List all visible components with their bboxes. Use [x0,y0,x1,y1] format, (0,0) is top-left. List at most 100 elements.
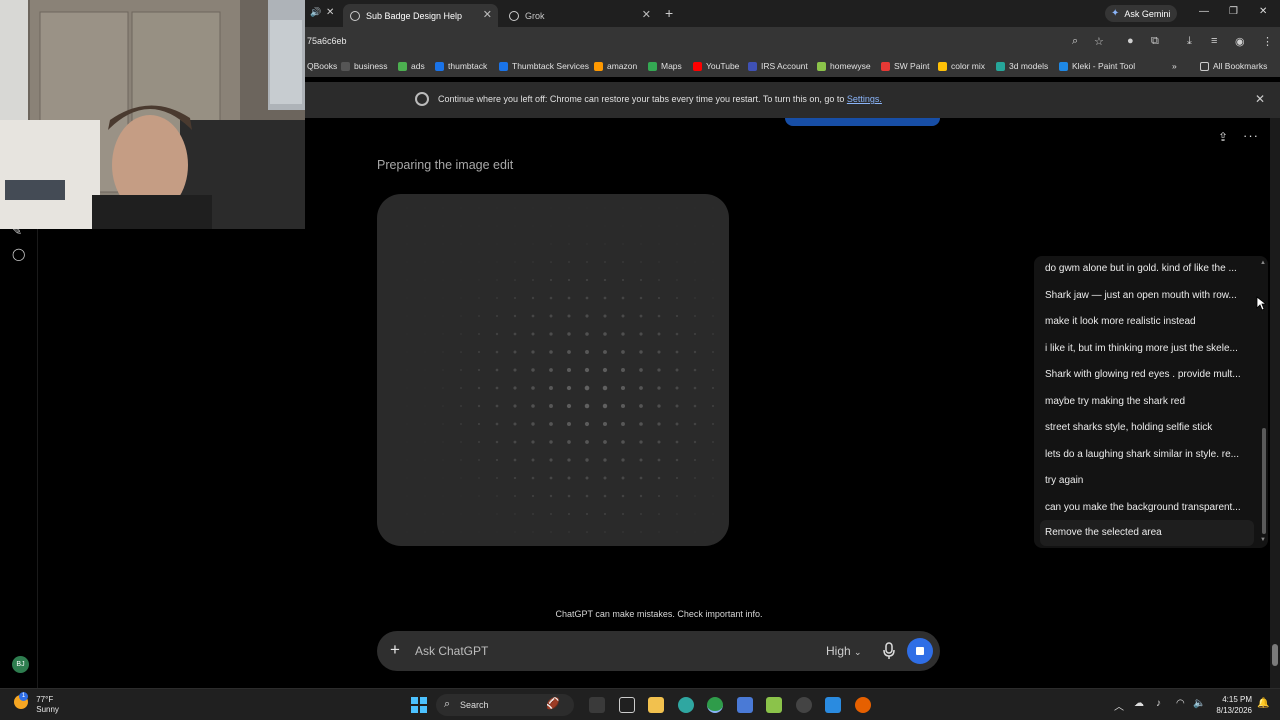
history-prompt-item[interactable]: lets do a laughing shark similar in styl… [1045,449,1250,460]
loading-dot [603,314,607,318]
obs-icon[interactable] [796,697,812,713]
loading-dot [442,243,444,245]
firefox-icon[interactable] [855,697,871,713]
puzzle-icon[interactable]: ⧉ [1151,35,1159,48]
history-prompt-item[interactable]: Remove the selected area [1040,520,1254,546]
bookmark-favicon-icon [594,61,603,71]
speaker-icon[interactable]: 🔊 [310,7,321,18]
model-mode-select[interactable]: High ⌄ [826,644,862,658]
minimize-icon[interactable]: — [1199,6,1209,17]
bookmark-item[interactable]: Maps [648,61,682,71]
history-prompt-item[interactable]: try again [1045,475,1250,486]
close-icon[interactable]: ✕ [326,7,334,18]
media-icon[interactable]: ≡ [1211,35,1217,47]
chrome-taskbar-icon[interactable] [707,697,723,713]
loading-dot [620,385,626,391]
bookmark-item[interactable]: color mix [938,61,985,71]
history-prompt-item[interactable]: street sharks style, holding selfie stic… [1045,422,1250,433]
loading-dot [675,404,679,408]
bookmark-item[interactable]: business [341,61,388,71]
profile-icon[interactable]: ◉ [1235,35,1245,48]
taskbar-search[interactable]: ⌕ Search 🏈 [436,694,574,716]
loading-dot [406,315,408,317]
add-attachment-icon[interactable]: + [390,640,400,660]
weather-widget[interactable]: 1 77°F Sunny [14,692,59,715]
history-prompt-item[interactable]: maybe try making the shark red [1045,396,1250,407]
bookmark-item[interactable]: SW Paint [881,61,929,71]
bookmark-star-icon[interactable]: ☆ [1094,35,1104,48]
page-scrollbar-thumb[interactable] [1272,644,1278,666]
extension-icon[interactable]: ● [1127,35,1134,47]
loading-dot [460,405,462,407]
history-prompt-item[interactable]: i like it, but im thinking more just the… [1045,343,1250,354]
history-prompt-item[interactable]: do gwm alone but in gold. kind of like t… [1045,263,1250,274]
clock[interactable]: 4:15 PM 8/13/2026 [1210,694,1252,716]
bookmark-item[interactable]: Kleki - Paint Tool [1059,61,1135,71]
close-tab-icon[interactable]: ✕ [642,8,651,21]
loading-dot [676,225,678,227]
volume-icon[interactable]: 🔈 [1193,698,1205,709]
bookmark-item[interactable]: thumbtack [435,61,487,71]
window-close-icon[interactable]: ✕ [1259,6,1267,17]
history-scrollbar[interactable] [1262,428,1266,534]
paint-icon[interactable] [825,697,841,713]
microphone-icon[interactable] [882,642,896,660]
wifi-icon[interactable]: ◠ [1176,698,1185,709]
mic-tray-icon[interactable]: ♪ [1156,698,1161,709]
tab-grok[interactable]: Grok ✕ [502,4,657,27]
scroll-down-icon[interactable]: ▼ [1260,537,1266,543]
infobar-close-icon[interactable]: ✕ [1255,92,1265,106]
avatar[interactable]: BJ [12,656,29,673]
bookmark-item[interactable]: ads [398,61,425,71]
start-button[interactable] [411,697,427,713]
new-tab-icon[interactable]: + [665,5,673,21]
edge-icon[interactable] [678,697,694,713]
loading-dot [478,243,480,245]
chat-bubble-icon[interactable]: ◯ [12,247,25,261]
bookmark-item[interactable]: YouTube [693,61,739,71]
loading-dot [693,350,697,354]
stop-generating-button[interactable] [907,638,933,664]
restore-tabs-infobar: Continue where you left off: Chrome can … [305,82,1280,118]
more-bookmarks-icon[interactable]: » [1172,61,1177,71]
history-prompt-item[interactable]: Shark jaw — just an open mouth with row.… [1045,290,1250,301]
page-scrollbar[interactable] [1270,118,1280,688]
task-view-icon[interactable] [589,697,605,713]
show-hidden-icons[interactable]: ︿ [1114,698,1124,713]
more-options-icon[interactable]: ··· [1243,128,1259,143]
message-input[interactable]: Ask ChatGPT [415,644,488,658]
bookmark-item[interactable]: Thumbtack Services [499,61,589,71]
notification-bell-icon[interactable]: 🔔 [1257,698,1269,709]
left-sidebar-rail [0,228,38,688]
menu-icon[interactable]: ⋮ [1262,35,1273,48]
restore-icon[interactable]: ❐ [1229,6,1238,17]
all-bookmarks[interactable]: All Bookmarks [1200,61,1267,71]
bookmark-item[interactable]: amazon [594,61,637,71]
cloud-icon[interactable]: ☁ [1134,698,1144,709]
history-prompt-item[interactable]: make it look more realistic instead [1045,316,1250,327]
close-tab-icon[interactable]: ✕ [483,8,492,21]
bookmark-item[interactable]: homewyse [817,61,871,71]
url-text[interactable]: 75a6c6eb [307,36,347,46]
bookmark-item[interactable]: QBooks [307,61,337,71]
loading-dot [460,351,462,353]
bookmark-item[interactable]: 3d models [996,61,1048,71]
share-icon[interactable]: ⇪ [1218,130,1228,144]
notepad-icon[interactable] [619,697,635,713]
bookmark-item[interactable]: IRS Account [748,61,808,71]
zoom-icon[interactable]: ⌕ [1072,35,1078,48]
scroll-up-icon[interactable]: ▲ [1260,260,1266,266]
history-prompt-item[interactable]: Shark with glowing red eyes . provide mu… [1045,369,1250,380]
loading-dot [586,207,588,209]
file-explorer-icon[interactable] [648,697,664,713]
ask-gemini-button[interactable]: ✦ Ask Gemini [1105,5,1177,22]
loading-dot [442,225,444,227]
loading-dot [568,207,570,209]
settings-link[interactable]: Settings. [847,94,882,104]
app-icon[interactable] [766,697,782,713]
download-icon[interactable]: ⤓ [1187,35,1192,48]
tab-sub-badge-design-help[interactable]: Sub Badge Design Help ✕ [343,4,498,27]
calculator-icon[interactable] [737,697,753,713]
history-prompt-item[interactable]: can you make the background transparent.… [1045,502,1250,513]
loading-dot [406,531,408,533]
